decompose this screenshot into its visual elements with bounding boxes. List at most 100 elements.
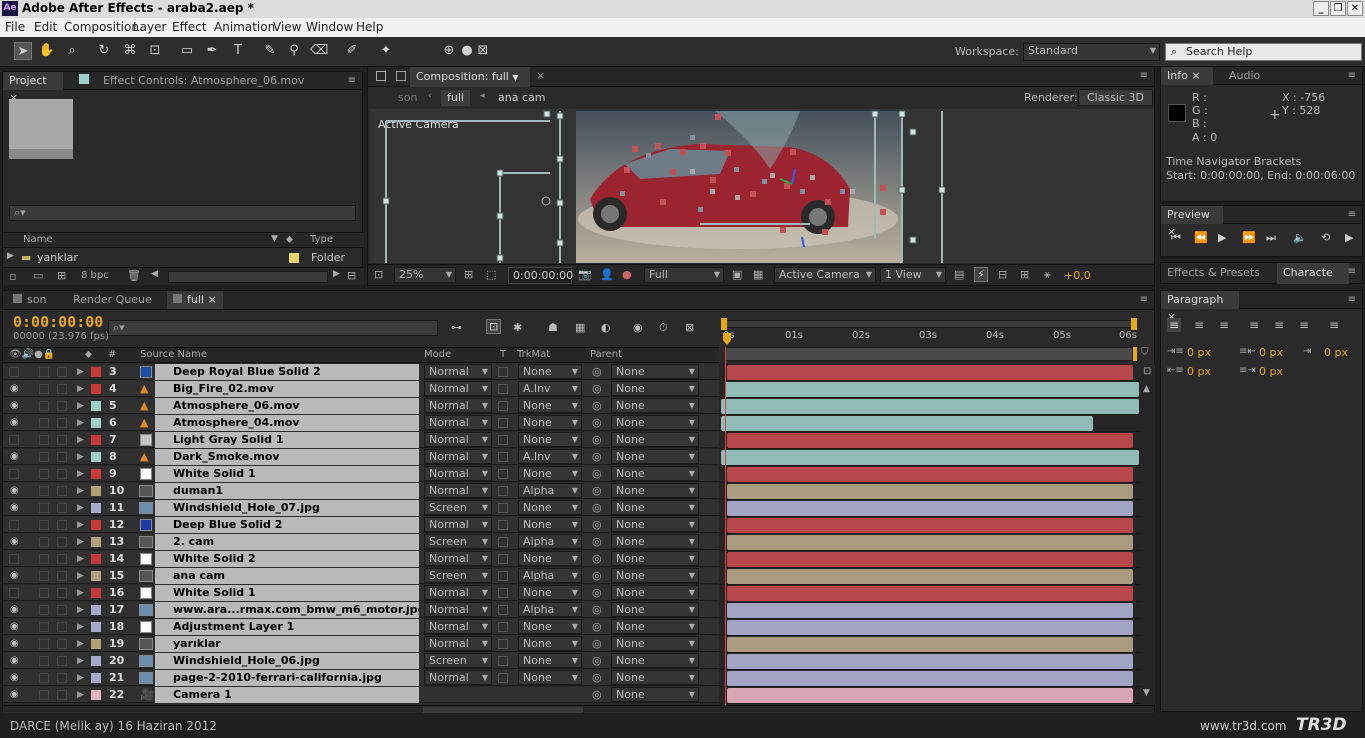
parent-select[interactable]: None ▼ (611, 585, 699, 600)
layer-row[interactable]: ▶12◉Deep Blue Solid 2Normal▼None▼◎None▼ (3, 517, 1141, 534)
visibility-toggle[interactable] (9, 520, 19, 530)
tab-effect-controls[interactable]: Effect Controls: Atmosphere_06.mov (73, 72, 313, 90)
preserve-transparency-toggle[interactable] (498, 639, 508, 649)
hide-shy-icon[interactable]: ☗ (548, 321, 558, 334)
visibility-eye-icon[interactable]: ◉ (10, 636, 19, 652)
trkmat-select[interactable]: None ▼ (518, 432, 582, 447)
sort-icon[interactable]: ▼ (271, 234, 278, 244)
solo-toggle[interactable] (39, 622, 49, 632)
bpc-button[interactable]: 8 bpc (81, 270, 109, 281)
flowchart-icon[interactable]: ⊞ (1020, 268, 1029, 281)
preserve-transparency-toggle[interactable] (498, 384, 508, 394)
indent-first-value[interactable]: 0 px (1324, 346, 1348, 359)
layer-duration-bar[interactable] (727, 637, 1133, 652)
visibility-toggle[interactable] (9, 367, 19, 377)
layer-duration-bar[interactable] (727, 654, 1133, 669)
column-source-name[interactable]: Source Name (140, 349, 207, 360)
solo-toggle[interactable] (39, 435, 49, 445)
layer-name[interactable]: Light Gray Solid 1 (155, 432, 419, 448)
playhead-handle[interactable] (723, 333, 731, 345)
live-update-icon[interactable]: ⊡ (486, 319, 502, 334)
expand-arrow-icon[interactable]: ▶ (77, 534, 84, 550)
preserve-transparency-toggle[interactable] (498, 367, 508, 377)
horizontal-scrollbar[interactable] (168, 271, 328, 283)
menu-view[interactable]: View (273, 20, 301, 34)
expand-arrow-icon[interactable]: ▶ (77, 568, 84, 584)
solo-toggle[interactable] (39, 605, 49, 615)
expand-arrow-icon[interactable]: ▶ (77, 619, 84, 635)
time-navigator-end-handle[interactable] (1131, 318, 1137, 330)
parent-select[interactable]: None ▼ (611, 687, 699, 702)
trkmat-select[interactable]: Alpha ▼ (518, 602, 582, 617)
pick-whip-icon[interactable]: ◎ (592, 534, 602, 550)
trkmat-select[interactable]: A.Inv ▼ (518, 449, 582, 464)
layer-row[interactable]: ▶7◉Light Gray Solid 1Normal▼None▼◎None▼ (3, 432, 1141, 449)
parent-select[interactable]: None ▼ (611, 602, 699, 617)
renderer-button[interactable]: Classic 3D (1078, 89, 1154, 106)
panel-menu-icon[interactable]: ≡ (1140, 294, 1148, 305)
mode-select[interactable]: Normal ▼ (424, 432, 492, 447)
parent-select[interactable]: None ▼ (611, 517, 699, 532)
footer-website[interactable]: www.tr3d.com (1200, 719, 1287, 733)
snapshot-icon[interactable]: 📷 (578, 268, 592, 281)
lock-toggle[interactable] (57, 622, 67, 632)
pick-whip-icon[interactable]: ◎ (592, 653, 602, 669)
close-icon[interactable]: × (1191, 69, 1200, 82)
visibility-eye-icon[interactable]: ◉ (10, 415, 19, 431)
align-left-icon[interactable]: ≡ (1167, 318, 1182, 332)
preserve-transparency-toggle[interactable] (498, 469, 508, 479)
project-search-input[interactable]: ⌕▾ (9, 205, 356, 221)
preserve-transparency-toggle[interactable] (498, 571, 508, 581)
trkmat-select[interactable]: None ▼ (518, 670, 582, 685)
lock-toggle[interactable] (57, 435, 67, 445)
tab-project[interactable]: Project × (3, 72, 63, 104)
menu-file[interactable]: File (5, 20, 25, 34)
expand-arrow-icon[interactable]: ▶ (77, 687, 84, 703)
menu-layer[interactable]: Layer (133, 20, 166, 34)
lock-toggle[interactable] (57, 605, 67, 615)
tab-composition-full[interactable]: Composition: full ▼ (410, 67, 530, 87)
reset-exposure-icon[interactable]: ⚹ (1044, 268, 1051, 282)
expand-arrow-icon[interactable]: ▶ (77, 449, 84, 465)
close-button[interactable]: ✕ (1347, 1, 1363, 16)
layer-duration-bar[interactable] (727, 671, 1133, 686)
layer-row[interactable]: ◉▶17◉www.ara...rmax.com_bmw_m6_motor.jpg… (3, 602, 1141, 619)
lock-toggle[interactable] (57, 503, 67, 513)
pick-whip-icon[interactable]: ◎ (592, 500, 602, 516)
visibility-eye-icon[interactable]: ◉ (10, 500, 19, 516)
solo-toggle[interactable] (39, 384, 49, 394)
transparency-grid-icon[interactable]: ▦ (753, 268, 763, 281)
channel-icon[interactable]: ● (622, 268, 632, 281)
graph-editor-icon[interactable]: ⊠ (685, 321, 694, 334)
trash-icon[interactable]: 🗑 (127, 269, 141, 282)
time-navigator-start-handle[interactable] (721, 318, 727, 330)
close-icon[interactable]: × (207, 293, 216, 306)
mode-select[interactable]: Normal ▼ (424, 517, 492, 532)
lock-toggle[interactable] (57, 673, 67, 683)
exposure-value[interactable]: +0,0 (1064, 269, 1091, 282)
parent-select[interactable]: None ▼ (611, 381, 699, 396)
mode-select[interactable]: Screen ▼ (424, 653, 492, 668)
visibility-toggle[interactable] (9, 469, 19, 479)
expand-arrow-icon[interactable]: ▶ (77, 432, 84, 448)
timeline-icon[interactable]: ⊟ (998, 268, 1007, 281)
timeline-search-input[interactable]: ⌕▾ (108, 320, 438, 336)
layer-duration-bar[interactable] (720, 399, 1139, 414)
label-color-swatch[interactable] (91, 656, 101, 666)
lock-icon[interactable] (376, 71, 386, 81)
trkmat-select[interactable]: None ▼ (518, 517, 582, 532)
label-color-swatch[interactable] (91, 469, 101, 479)
mode-select[interactable]: Normal ▼ (424, 398, 492, 413)
preserve-transparency-toggle[interactable] (498, 673, 508, 683)
draft-3d-icon[interactable]: ✱ (513, 321, 522, 334)
layer-name[interactable]: White Solid 1 (155, 466, 419, 482)
search-help-input[interactable]: ⌕ Search Help (1165, 43, 1362, 61)
chevron-down-icon[interactable]: ▼ (512, 73, 518, 82)
visibility-eye-icon[interactable]: ◉ (10, 602, 19, 618)
preserve-transparency-toggle[interactable] (498, 520, 508, 530)
visibility-eye-icon[interactable]: ◉ (10, 619, 19, 635)
layer-name[interactable]: Big_Fire_02.mov (155, 381, 419, 397)
layer-row[interactable]: ▶9◉White Solid 1Normal▼None▼◎None▼ (3, 466, 1141, 483)
loop-icon[interactable]: ⟲ (1321, 231, 1330, 244)
pick-whip-icon[interactable]: ◎ (592, 602, 602, 618)
